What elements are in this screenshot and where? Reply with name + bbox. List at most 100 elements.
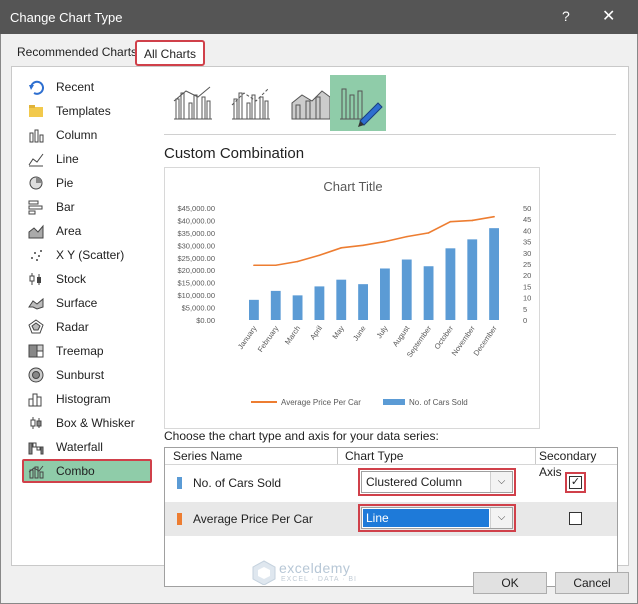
line-point: [296, 260, 299, 263]
series-color-swatch: [177, 477, 182, 489]
sidebar-item-area[interactable]: Area: [22, 219, 152, 243]
sidebar-item-stock[interactable]: Stock: [22, 267, 152, 291]
combo-chart: Chart Title $0.00 $5,000.00 $10,000.00 $15,…: [177, 179, 531, 407]
y-secondary-tick-label: 40: [523, 226, 531, 235]
secondary-axis-checkbox[interactable]: [569, 512, 582, 525]
bar-mark: [292, 295, 303, 320]
y-secondary-tick-label: 45: [523, 215, 531, 224]
bar-mark: [249, 299, 259, 320]
sidebar-item-sunburst[interactable]: Sunburst: [22, 363, 152, 387]
sidebar-item-label: Surface: [56, 296, 98, 310]
column-divider: [535, 448, 536, 464]
window-title: Change Chart Type: [10, 10, 123, 25]
custom-combination-button[interactable]: [330, 75, 386, 131]
line-point: [427, 232, 430, 234]
y-primary-tick-label: $25,000.00: [177, 254, 215, 263]
line-point: [362, 244, 364, 247]
sidebar-item-histogram[interactable]: Histogram: [22, 387, 152, 411]
line-point: [449, 220, 452, 223]
bar-mark: [270, 290, 281, 320]
x-tick-label: March: [283, 324, 302, 346]
y-primary-tick-label: $40,000.00: [177, 216, 215, 225]
header-secondary-axis: Secondary Axis: [539, 449, 597, 479]
line-point: [384, 240, 386, 243]
y-primary-tick-label: $15,000.00: [177, 279, 215, 288]
cancel-button[interactable]: Cancel: [555, 572, 629, 594]
y-primary-tick-label: $45,000.00: [177, 204, 215, 213]
sidebar-item-templates[interactable]: Templates: [22, 99, 152, 123]
sidebar-item-column[interactable]: Column: [22, 123, 152, 147]
y-secondary-tick-label: 35: [523, 238, 531, 247]
sidebar-item-label: Column: [56, 128, 98, 142]
bar-mark: [489, 228, 499, 320]
chart-title: Chart Title: [323, 179, 382, 194]
line-point: [274, 264, 277, 267]
legend-bar-label: No. of Cars Sold: [409, 398, 468, 407]
box-whisker-chart-icon: [30, 417, 42, 429]
header-chart-type: Chart Type: [345, 449, 404, 463]
column-divider: [337, 448, 338, 464]
histogram-chart-icon: [28, 393, 42, 407]
radar-chart-icon: [28, 319, 44, 334]
line-point: [340, 247, 343, 249]
sidebar-item-label: Sunburst: [56, 368, 105, 382]
y-primary-tick-label: $0.00: [196, 316, 215, 325]
y-primary-tick-label: $10,000.00: [177, 291, 215, 300]
sidebar-item-treemap[interactable]: Treemap: [22, 339, 152, 363]
x-tick-label: May: [330, 324, 346, 341]
close-button[interactable]: ✕: [602, 6, 615, 26]
tab-recommended-charts[interactable]: Recommended Charts: [11, 40, 144, 66]
secondary-axis-checkbox[interactable]: ✓: [565, 472, 586, 493]
x-tick-label: January: [236, 324, 259, 351]
sidebar-item-combo[interactable]: Combo: [22, 459, 152, 483]
sidebar-item-label: Box & Whisker: [56, 416, 135, 430]
chart-type-value: Clustered Column: [366, 475, 463, 489]
exceldemy-logo-icon: [252, 560, 276, 585]
sidebar-item-box-whisker[interactable]: Box & Whisker: [22, 411, 152, 435]
combo-chart-icon: [28, 465, 44, 479]
sidebar-item-recent[interactable]: Recent: [22, 75, 152, 99]
sidebar-item-pie[interactable]: Pie: [22, 171, 152, 195]
y-secondary-tick-label: 50: [523, 204, 531, 213]
sidebar-item-label: Recent: [56, 80, 95, 94]
combo-variant-2[interactable]: [222, 75, 278, 131]
x-tick-label: July: [375, 324, 390, 340]
sidebar-item-bar[interactable]: Bar: [22, 195, 152, 219]
chart-type-select[interactable]: Line ⌵: [358, 504, 516, 532]
y-secondary-tick-label: 5: [523, 305, 527, 314]
folder-icon: [29, 105, 43, 117]
y-secondary-tick-label: 10: [523, 294, 531, 303]
chevron-down-icon[interactable]: ⌵: [490, 472, 512, 492]
sidebar-item-label: Combo: [56, 464, 95, 478]
series-row: Average Price Per Car Line ⌵: [165, 502, 617, 536]
sidebar-item-label: Stock: [56, 272, 87, 286]
sidebar-item-line[interactable]: Line: [22, 147, 152, 171]
y-secondary-tick-label: 0: [523, 316, 527, 325]
combo-variant-1[interactable]: [164, 75, 220, 131]
pie-chart-icon: [29, 176, 43, 190]
x-tick-label: April: [308, 324, 324, 342]
watermark: exceldemy EXCEL · DATA · BI: [249, 557, 369, 587]
sidebar-item-label: Templates: [56, 104, 111, 118]
ok-button[interactable]: OK: [473, 572, 547, 594]
bar-mark: [401, 259, 412, 320]
sidebar-item-surface[interactable]: Surface: [22, 291, 152, 315]
x-tick-label: February: [256, 324, 281, 354]
tab-all-charts[interactable]: All Charts: [135, 40, 205, 66]
watermark-tagline: EXCEL · DATA · BI: [281, 576, 357, 583]
chart-type-select[interactable]: Clustered Column ⌵: [358, 468, 516, 496]
sidebar-item-label: X Y (Scatter): [56, 248, 125, 262]
sidebar-item-x-y-scatter[interactable]: X Y (Scatter): [22, 243, 152, 267]
waterfall-chart-icon: [28, 442, 44, 455]
section-title: Custom Combination: [164, 145, 305, 162]
legend-line-label: Average Price Per Car: [281, 398, 361, 407]
chevron-down-icon[interactable]: ⌵: [490, 508, 512, 528]
sidebar-item-waterfall[interactable]: Waterfall: [22, 435, 152, 459]
bar-chart-icon: [28, 200, 43, 215]
sidebar-item-radar[interactable]: Radar: [22, 315, 152, 339]
line-chart-icon: [28, 153, 44, 167]
series-color-swatch: [177, 513, 182, 525]
help-button[interactable]: ?: [562, 8, 570, 24]
sidebar-item-label: Pie: [56, 176, 74, 190]
y-secondary-tick-label: 25: [523, 260, 531, 269]
